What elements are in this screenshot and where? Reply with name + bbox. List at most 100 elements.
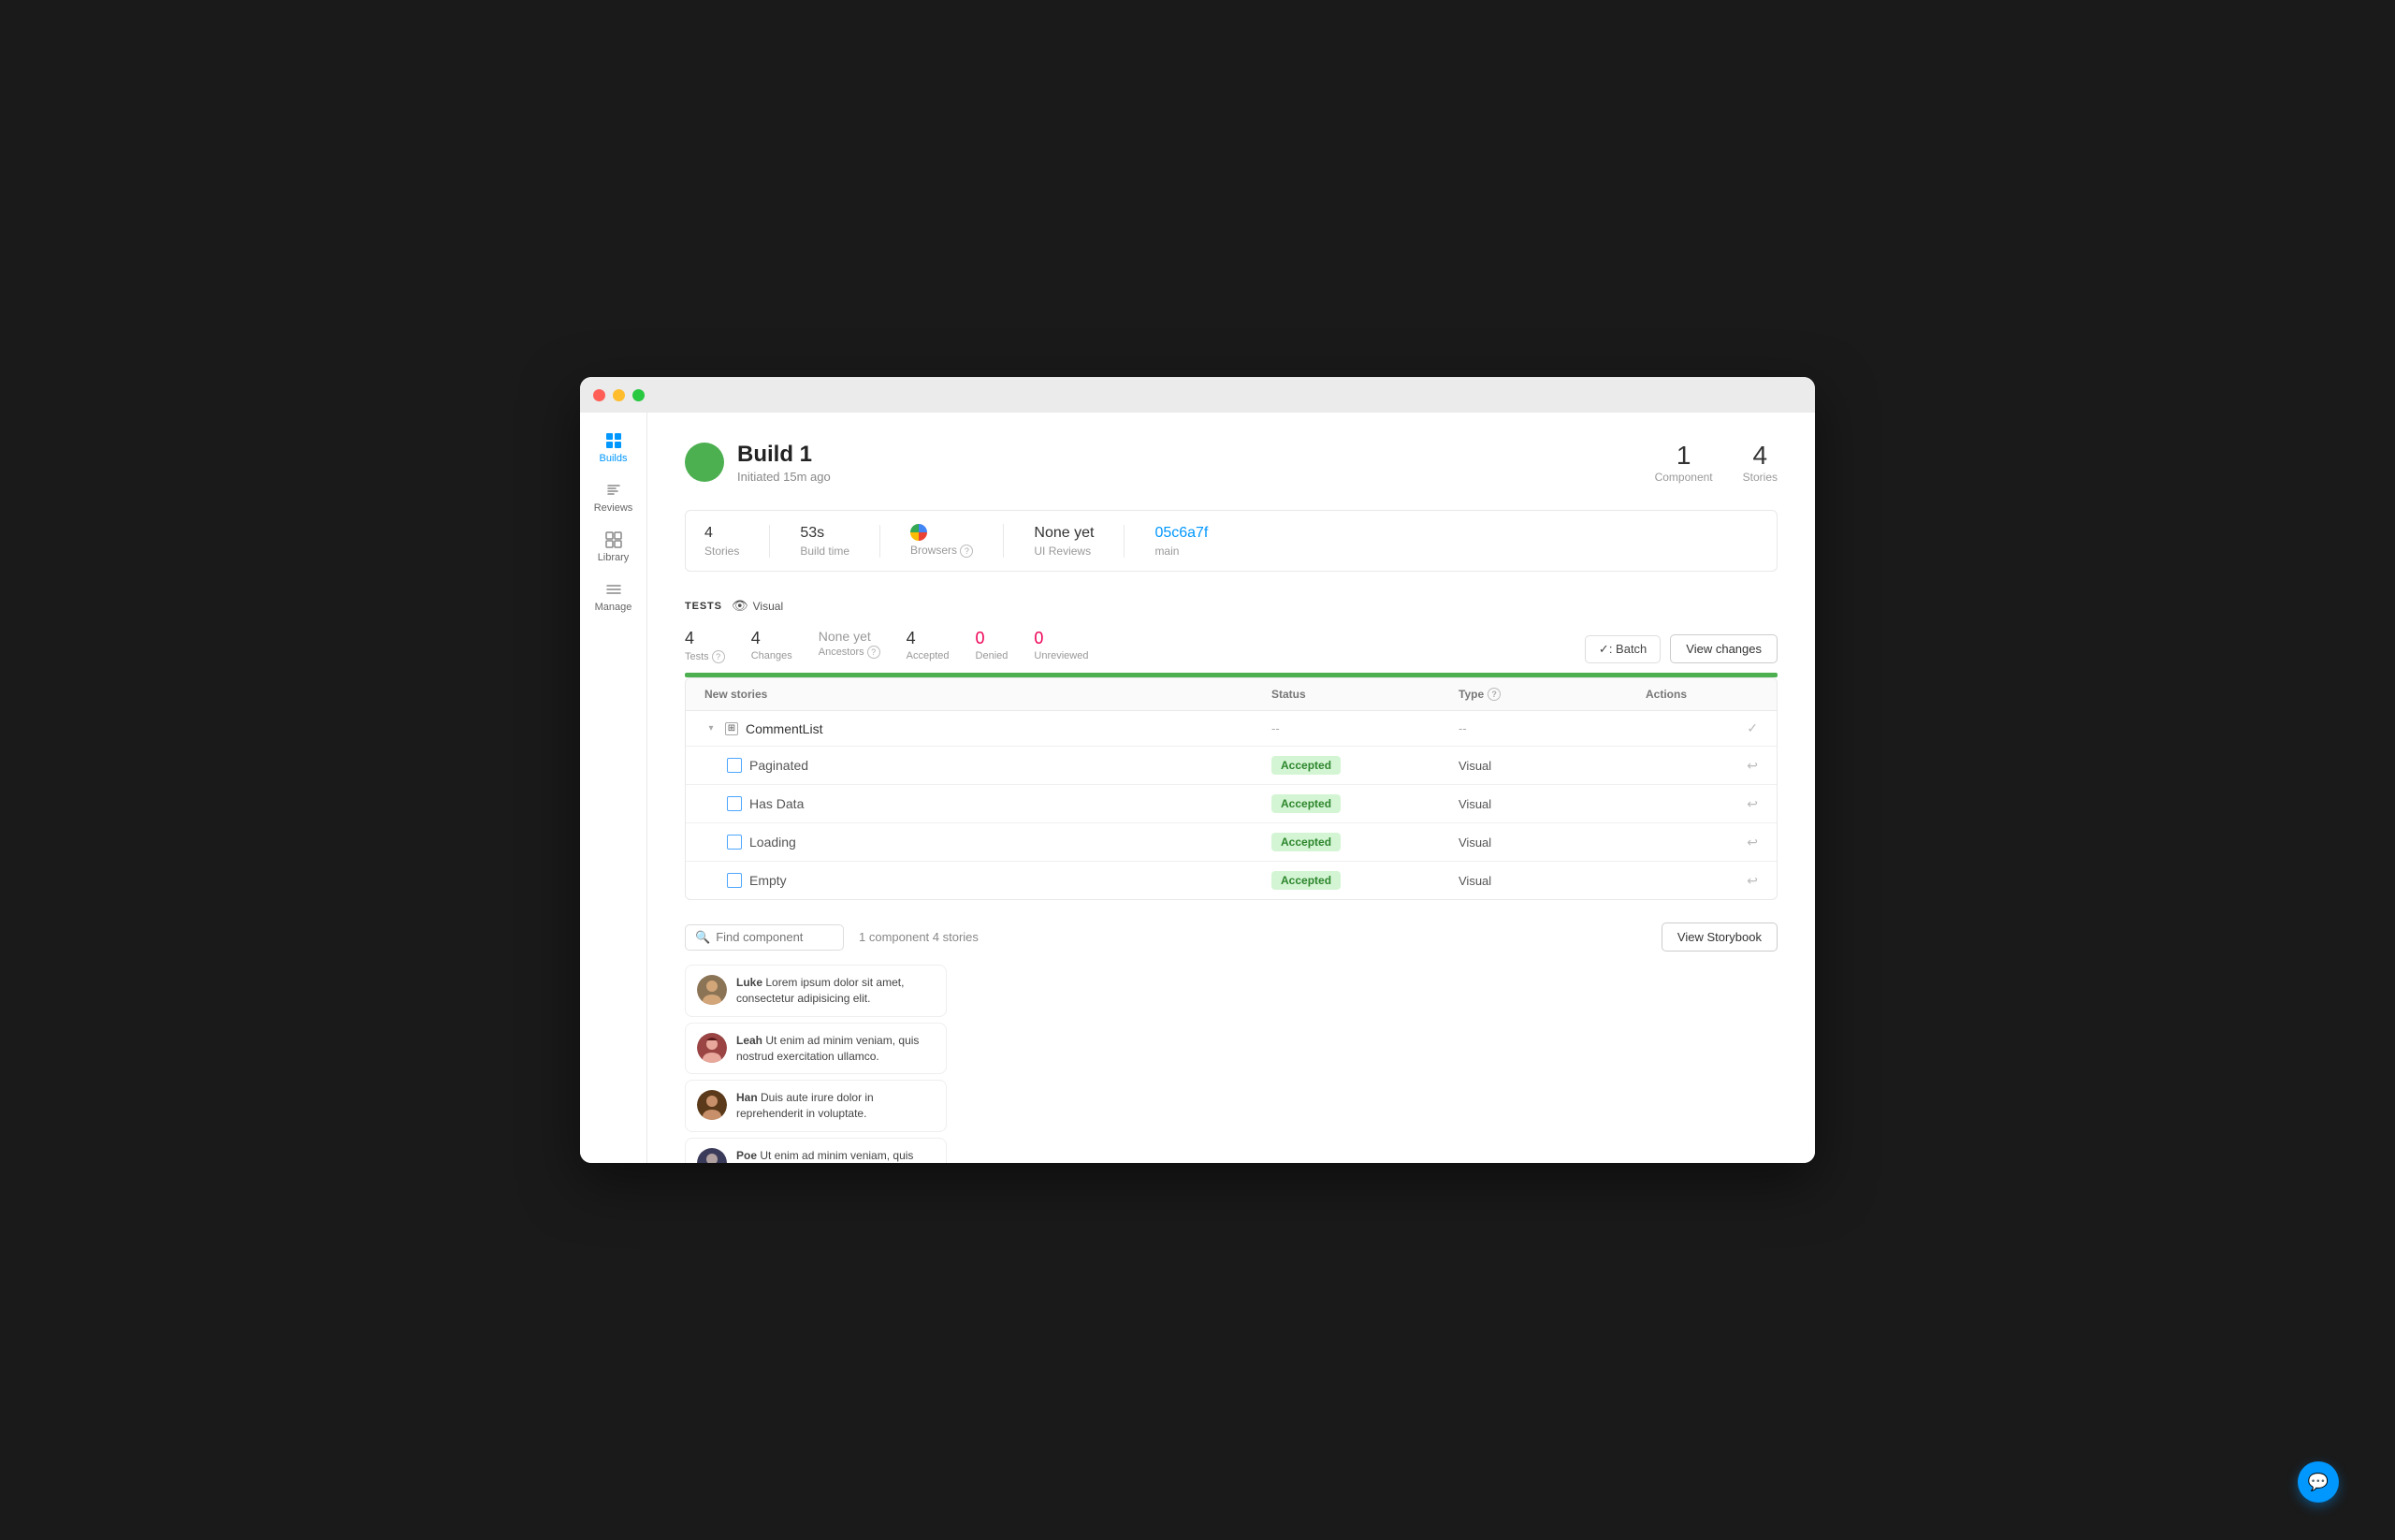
tests-stats: 4 Tests ? 4 Changes None yet Ancestors ? — [685, 629, 1088, 663]
hasdata-actions: ↩ — [1646, 796, 1758, 812]
row-hasdata-name: Has Data — [704, 796, 1271, 811]
loading-actions: ↩ — [1646, 835, 1758, 850]
check-action-icon[interactable]: ↩ — [1747, 835, 1758, 850]
meta-bar: 4 Stories 53s Build time Browsers ? N — [685, 510, 1778, 572]
accepted-badge: Accepted — [1271, 756, 1341, 775]
stories-stat: 4 Stories — [1743, 441, 1778, 484]
ancestors-info-icon[interactable]: ? — [867, 646, 880, 659]
search-input[interactable] — [716, 930, 834, 944]
stories-table: New stories Status Type ? Actions ▾ ⊞ Co… — [685, 677, 1778, 900]
check-icon[interactable]: ✓ — [1747, 720, 1758, 736]
tests-header: TESTS 👁 Visual — [685, 598, 1778, 614]
app-body: Builds Reviews — [580, 413, 1815, 1163]
batch-button[interactable]: ✓: Batch — [1585, 635, 1661, 663]
component-count: 1 component 4 stories — [859, 930, 979, 944]
view-changes-button[interactable]: View changes — [1670, 634, 1778, 663]
comment-text-leah: Leah Ut enim ad minim veniam, quis nostr… — [736, 1033, 935, 1065]
loading-label: Loading — [749, 835, 796, 850]
eye-icon: 👁 — [732, 598, 748, 614]
commentlist-actions: ✓ — [1646, 720, 1758, 736]
builds-label: Builds — [600, 453, 628, 464]
storybook-toolbar: 🔍 1 component 4 stories View Storybook — [685, 923, 1778, 952]
empty-status: Accepted — [1271, 871, 1459, 890]
stat-unreviewed: 0 Unreviewed — [1034, 629, 1088, 661]
check-action-icon[interactable]: ↩ — [1747, 796, 1758, 812]
unreviewed-label: Unreviewed — [1034, 650, 1088, 661]
comment-text-poe: Poe Ut enim ad minim veniam, quis nostru… — [736, 1148, 935, 1163]
comment-text-luke: Luke Lorem ipsum dolor sit amet, consect… — [736, 975, 935, 1007]
reviews-icon — [604, 481, 623, 500]
meta-commit: 05c6a7f main — [1154, 525, 1208, 558]
empty-actions: ↩ — [1646, 873, 1758, 889]
sidebar-item-library[interactable]: Library — [586, 523, 642, 569]
meta-browsers: Browsers ? — [910, 524, 1004, 558]
visual-badge: 👁 Visual — [732, 598, 783, 614]
library-icon — [604, 530, 623, 549]
accepted-badge: Accepted — [1271, 794, 1341, 813]
comment-item: Leah Ut enim ad minim veniam, quis nostr… — [685, 1023, 947, 1075]
close-button[interactable] — [593, 389, 605, 401]
meta-ui-reviews: None yet UI Reviews — [1034, 525, 1125, 558]
build-title-area: Build 1 Initiated 15m ago — [685, 442, 831, 484]
stat-denied: 0 Denied — [976, 629, 1009, 661]
maximize-button[interactable] — [632, 389, 645, 401]
meta-browsers-value — [910, 524, 973, 541]
row-commentlist-name: ▾ ⊞ CommentList — [704, 721, 1271, 736]
app-window: Builds Reviews — [580, 377, 1815, 1163]
meta-stories: 4 Stories — [704, 525, 770, 558]
chat-bubble-button[interactable]: 💬 — [2298, 1461, 2339, 1503]
view-storybook-button[interactable]: View Storybook — [1662, 923, 1778, 952]
hasdata-type: Visual — [1459, 797, 1646, 811]
sidebar-item-manage[interactable]: Manage — [586, 573, 642, 618]
hasdata-status: Accepted — [1271, 794, 1459, 813]
type-info-icon[interactable]: ? — [1488, 688, 1501, 701]
sidebar-item-builds[interactable]: Builds — [586, 424, 642, 470]
tests-label: Tests ? — [685, 650, 725, 663]
avatar-luke — [697, 975, 727, 1005]
minimize-button[interactable] — [613, 389, 625, 401]
sidebar-item-reviews[interactable]: Reviews — [586, 473, 642, 519]
avatar-han — [697, 1090, 727, 1120]
build-status-dot — [685, 443, 724, 482]
commentlist-label: CommentList — [746, 721, 822, 736]
tests-title: TESTS — [685, 601, 722, 612]
unreviewed-count: 0 — [1034, 629, 1088, 648]
check-action-icon[interactable]: ↩ — [1747, 758, 1758, 774]
meta-uireviews-label: UI Reviews — [1034, 545, 1094, 558]
build-info: Build 1 Initiated 15m ago — [737, 442, 831, 484]
stories-label: Stories — [1743, 471, 1778, 484]
stat-changes: 4 Changes — [751, 629, 792, 661]
build-subtitle: Initiated 15m ago — [737, 470, 831, 484]
accepted-badge: Accepted — [1271, 833, 1341, 851]
meta-buildtime-value: 53s — [800, 525, 849, 542]
chevron-down-icon[interactable]: ▾ — [704, 722, 718, 735]
empty-label: Empty — [749, 873, 787, 888]
avatar-poe — [697, 1148, 727, 1163]
story-icon — [727, 873, 742, 888]
denied-count: 0 — [976, 629, 1009, 648]
tests-info-icon[interactable]: ? — [712, 650, 725, 663]
stories-number: 4 — [1743, 441, 1778, 471]
table-row: ▾ ⊞ CommentList -- -- ✓ — [686, 711, 1777, 747]
browsers-info-icon[interactable]: ? — [960, 545, 973, 558]
component-expand-icon: ⊞ — [725, 722, 738, 735]
paginated-status: Accepted — [1271, 756, 1459, 775]
story-icon — [727, 758, 742, 773]
row-paginated-name: Paginated — [704, 758, 1271, 773]
check-action-icon[interactable]: ↩ — [1747, 873, 1758, 889]
col-status: Status — [1271, 688, 1459, 701]
ancestors-value: None yet — [819, 629, 880, 644]
manage-icon — [604, 580, 623, 599]
table-row: Has Data Accepted Visual ↩ — [686, 785, 1777, 823]
avatar-leah — [697, 1033, 727, 1063]
accepted-count: 4 — [907, 629, 950, 648]
build-title: Build 1 — [737, 442, 831, 468]
titlebar — [580, 377, 1815, 413]
stat-accepted: 4 Accepted — [907, 629, 950, 661]
col-actions: Actions — [1646, 688, 1758, 701]
col-name: New stories — [704, 688, 1271, 701]
meta-build-time: 53s Build time — [800, 525, 880, 558]
table-header: New stories Status Type ? Actions — [686, 678, 1777, 711]
build-stats-right: 1 Component 4 Stories — [1655, 441, 1778, 484]
commit-link[interactable]: 05c6a7f — [1154, 525, 1208, 542]
